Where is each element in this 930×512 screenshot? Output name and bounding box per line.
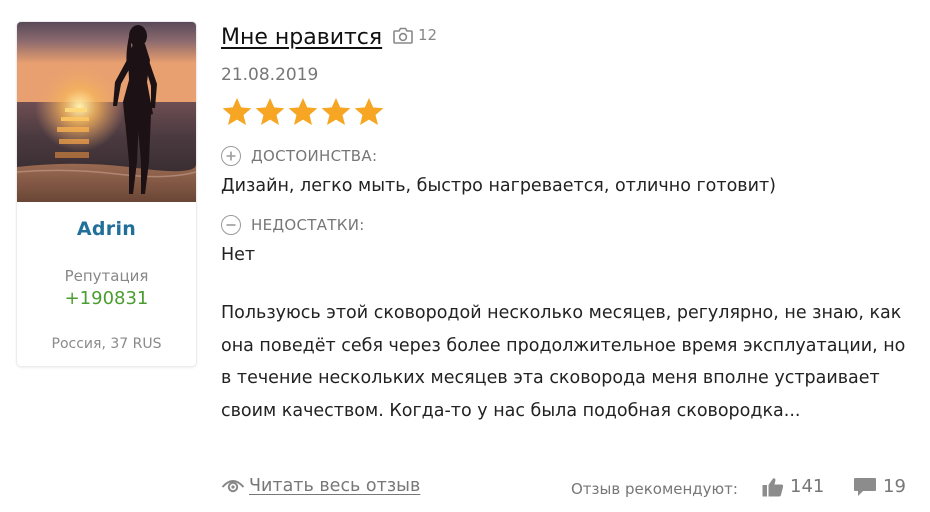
comments-button[interactable]: 19 — [853, 476, 906, 497]
minus-circle-icon — [221, 215, 241, 235]
star-icon — [354, 98, 384, 126]
pros-header: ДОСТОИНСТВА: — [221, 146, 377, 166]
username[interactable]: Adrin — [17, 218, 196, 240]
user-card: Adrin Репутация +190831 Россия, 37 RUS — [17, 22, 196, 366]
star-icon — [255, 98, 285, 126]
cons-header: НЕДОСТАТКИ: — [221, 215, 365, 235]
cons-text: Нет — [221, 245, 256, 265]
reputation-value: +190831 — [64, 288, 149, 309]
star-icon — [222, 98, 252, 126]
user-location: Россия, 37 RUS — [51, 336, 162, 352]
review-date: 21.08.2019 — [221, 65, 319, 85]
comment-icon — [854, 477, 876, 496]
recommend-label: Отзыв рекомендуют: — [571, 480, 738, 498]
photo-count[interactable]: 12 — [393, 25, 437, 45]
pros-label: ДОСТОИНСТВА: — [251, 147, 378, 165]
star-icon — [288, 98, 318, 126]
photo-count-value: 12 — [418, 26, 438, 44]
read-full-review-label: Читать весь отзыв — [249, 476, 421, 496]
star-icon — [321, 98, 351, 126]
like-button[interactable]: 141 — [762, 476, 824, 497]
cons-label: НЕДОСТАТКИ: — [251, 216, 365, 234]
rating-stars — [221, 97, 385, 127]
pros-text: Дизайн, легко мыть, быстро нагревается, … — [221, 176, 776, 196]
likes-count: 141 — [790, 476, 825, 497]
camera-icon — [393, 27, 413, 44]
eye-icon — [221, 480, 245, 493]
review-title[interactable]: Мне нравится — [221, 25, 382, 50]
review-body: Пользуюсь этой сковородой несколько меся… — [221, 303, 906, 421]
avatar[interactable] — [17, 22, 196, 202]
plus-circle-icon — [221, 146, 241, 166]
comments-count: 19 — [883, 476, 906, 497]
read-full-review-link[interactable]: Читать весь отзыв — [221, 476, 420, 496]
thumbs-up-icon — [762, 477, 784, 496]
reputation-label: Репутация — [64, 267, 149, 285]
